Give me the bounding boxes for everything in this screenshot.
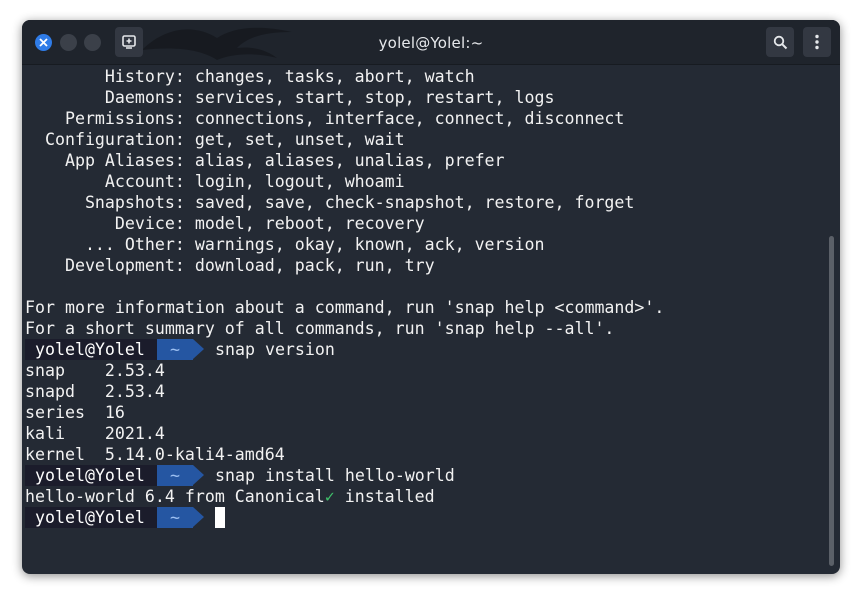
help-line: App Aliases: alias, aliases, unalias, pr… xyxy=(25,151,505,170)
info-line: For a short summary of all commands, run… xyxy=(25,319,615,338)
help-line: Account: login, logout, whoami xyxy=(25,172,405,191)
command-text: snap version xyxy=(215,340,335,359)
help-line: History: changes, tasks, abort, watch xyxy=(25,67,475,86)
version-line: snapd 2.53.4 xyxy=(25,382,165,401)
search-icon xyxy=(773,35,787,49)
install-status: installed xyxy=(334,487,435,506)
check-icon: ✓ xyxy=(324,487,335,506)
version-line: kernel 5.14.0-kali4-amd64 xyxy=(25,445,285,464)
prompt-separator-arrow xyxy=(193,465,204,485)
terminal-output[interactable]: History: changes, tasks, abort, watch Da… xyxy=(25,66,825,566)
prompt-user-text: yolel@Yolel xyxy=(35,508,145,527)
prompt-dir: ~ xyxy=(157,465,193,486)
help-line: Permissions: connections, interface, con… xyxy=(25,109,625,128)
menu-button[interactable] xyxy=(803,27,831,57)
prompt: yolel@Yolel ~ snap version xyxy=(25,339,825,360)
command-text: snap install hello-world xyxy=(215,466,455,485)
install-output-line: hello-world 6.4 from Canonical✓ installe… xyxy=(25,486,435,507)
prompt-user-text: yolel@Yolel xyxy=(35,466,145,485)
prompt-separator-arrow xyxy=(193,507,204,527)
terminal-cursor[interactable] xyxy=(215,507,225,528)
version-line: snap 2.53.4 xyxy=(25,361,165,380)
prompt-dir: ~ xyxy=(157,507,193,528)
prompt-separator-arrow xyxy=(193,339,204,359)
title-bar[interactable]: yolel@Yolel:~ xyxy=(22,20,840,65)
prompt-user: yolel@Yolel xyxy=(25,465,157,486)
help-line: Device: model, reboot, recovery xyxy=(25,214,425,233)
help-line: Configuration: get, set, unset, wait xyxy=(25,130,405,149)
version-line: series 16 xyxy=(25,403,125,422)
prompt-user-text: yolel@Yolel xyxy=(35,340,145,359)
prompt: yolel@Yolel ~ snap install hello-world xyxy=(25,465,825,486)
help-line: Daemons: services, start, stop, restart,… xyxy=(25,88,555,107)
search-button[interactable] xyxy=(766,27,794,57)
prompt-dir: ~ xyxy=(157,339,193,360)
version-line: kali 2021.4 xyxy=(25,424,165,443)
prompt: yolel@Yolel ~ xyxy=(25,507,825,528)
help-line: ... Other: warnings, okay, known, ack, v… xyxy=(25,235,545,254)
prompt-user: yolel@Yolel xyxy=(25,339,157,360)
menu-dots-icon xyxy=(815,34,819,50)
help-line: Development: download, pack, run, try xyxy=(25,256,435,275)
window-title: yolel@Yolel:~ xyxy=(378,34,484,52)
prompt-user: yolel@Yolel xyxy=(25,507,157,528)
help-line: Snapshots: saved, save, check-snapshot, … xyxy=(25,193,635,212)
install-text: hello-world 6.4 from Canonical xyxy=(25,487,325,506)
info-line: For more information about a command, ru… xyxy=(25,298,665,317)
terminal-window: yolel@Yolel:~ History: changes, tasks, a… xyxy=(22,20,840,574)
scrollbar[interactable] xyxy=(829,236,834,566)
